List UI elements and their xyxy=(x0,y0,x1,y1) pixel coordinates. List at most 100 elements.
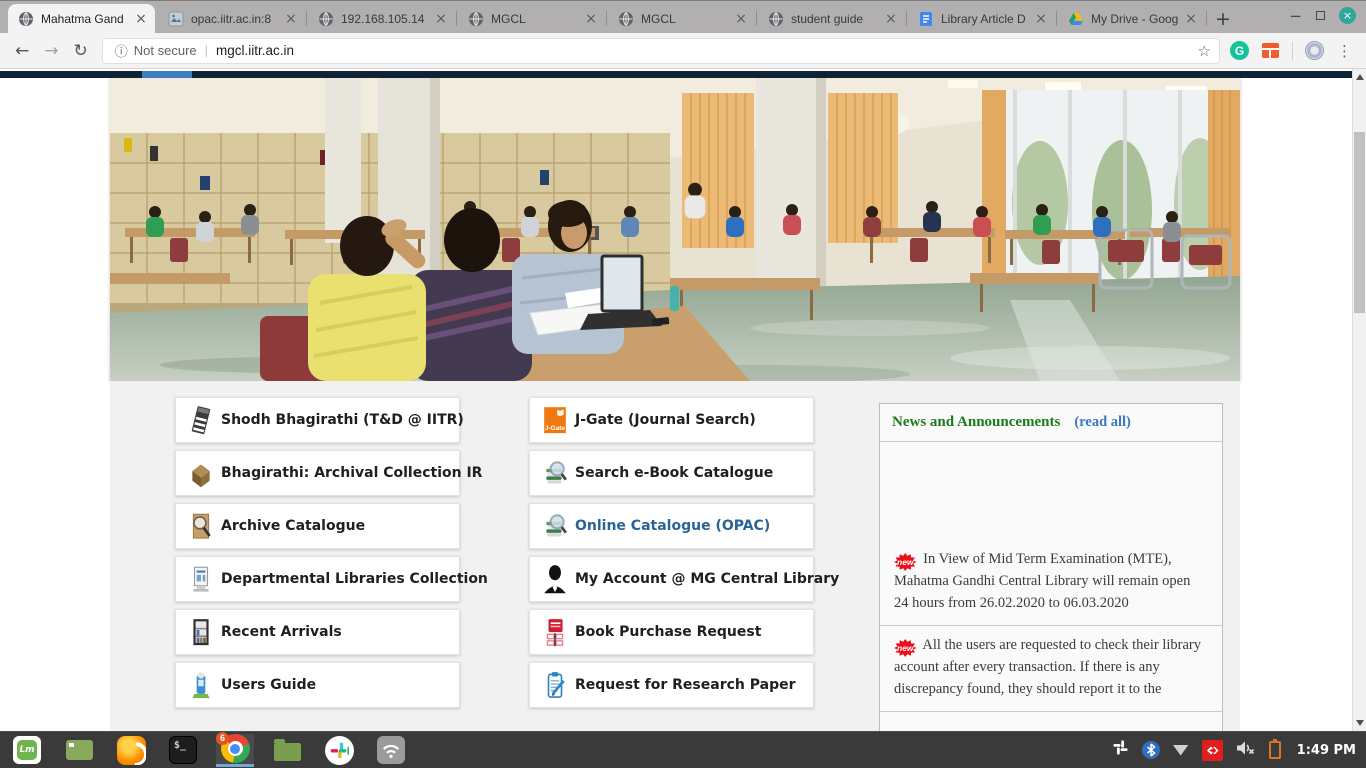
clipboard-pen-icon xyxy=(542,670,568,700)
link-label: Archive Catalogue xyxy=(221,518,365,534)
browser-menu-icon[interactable]: ⋮ xyxy=(1337,42,1352,60)
taskbar-clock[interactable]: 1:49 PM xyxy=(1297,743,1356,758)
wifi-app-icon xyxy=(377,736,405,764)
mint-menu-button[interactable]: Lm xyxy=(8,734,46,767)
bluetooth-tray-icon[interactable] xyxy=(1142,741,1160,759)
globe-favicon-icon xyxy=(18,11,34,27)
tab-title: student guide xyxy=(791,12,883,26)
reload-icon[interactable]: ↻ xyxy=(74,41,88,61)
book-search-icon xyxy=(542,511,568,541)
google-docs-favicon-icon xyxy=(918,11,934,27)
desktop-icon xyxy=(66,740,93,760)
maximize-button[interactable] xyxy=(1316,11,1325,20)
tab-close-icon[interactable]: × xyxy=(583,11,599,27)
link-label: Recent Arrivals xyxy=(221,624,342,640)
tab-close-icon[interactable]: × xyxy=(433,11,449,27)
tab-close-icon[interactable]: × xyxy=(733,11,749,27)
orange-extension-icon[interactable] xyxy=(1262,43,1279,58)
window-close-button[interactable]: × xyxy=(1339,7,1356,24)
link-opac[interactable]: Online Catalogue (OPAC) xyxy=(529,503,814,549)
link-users-guide[interactable]: Users Guide xyxy=(175,662,460,708)
show-desktop-button[interactable] xyxy=(60,734,98,767)
link-label: Users Guide xyxy=(221,677,316,693)
link-book-purchase[interactable]: Book Purchase Request xyxy=(529,609,814,655)
tab-library-article[interactable]: Library Article D × xyxy=(908,4,1055,33)
chrome-window-count-badge: 6 xyxy=(216,732,229,745)
hotspot-app-launcher[interactable] xyxy=(372,734,410,767)
link-shodh-bhagirathi[interactable]: Shodh Bhagirathi (T&D @ IITR) xyxy=(175,397,460,443)
tab-mgcl-1[interactable]: MGCL × xyxy=(458,4,605,33)
read-all-link[interactable]: (read all) xyxy=(1074,414,1131,431)
terminal-launcher[interactable]: $_ xyxy=(164,734,202,767)
kiosk-icon xyxy=(188,670,214,700)
url-text[interactable]: mgcl.iitr.ac.in xyxy=(216,43,1198,58)
network-signal-tray-icon[interactable] xyxy=(1173,745,1189,756)
scroll-down-arrow-icon[interactable] xyxy=(1356,720,1364,726)
tab-close-icon[interactable]: × xyxy=(1183,11,1199,27)
site-navbar-edge xyxy=(0,71,1352,78)
link-label: Book Purchase Request xyxy=(575,624,761,640)
browser-toolbar: ← → ↻ ⓘ Not secure | mgcl.iitr.ac.in ☆ G… xyxy=(0,33,1366,69)
link-label: Search e-Book Catalogue xyxy=(575,465,773,481)
minimize-button[interactable]: − xyxy=(1289,8,1302,24)
slack-launcher[interactable] xyxy=(320,734,358,767)
scroll-up-arrow-icon[interactable] xyxy=(1356,74,1364,80)
red-book-icon xyxy=(542,617,568,647)
firefox-launcher[interactable] xyxy=(112,734,150,767)
google-drive-favicon-icon xyxy=(1068,11,1084,27)
news-item: new All the users are requested to check… xyxy=(880,625,1222,712)
security-label: Not secure xyxy=(134,43,197,58)
catalogue-magnifier-icon xyxy=(188,511,214,541)
tab-opac[interactable]: opac.iitr.ac.in:8 × xyxy=(158,4,305,33)
new-tab-button[interactable]: + xyxy=(1208,4,1238,33)
news-title: News and Announcements xyxy=(892,414,1060,431)
link-label: J-Gate (Journal Search) xyxy=(575,412,756,428)
tab-title: opac.iitr.ac.in:8 xyxy=(191,12,283,26)
globe-favicon-icon xyxy=(618,11,634,27)
file-manager-launcher[interactable] xyxy=(268,734,306,767)
volume-muted-tray-icon[interactable] xyxy=(1236,740,1256,761)
tab-close-icon[interactable]: × xyxy=(133,11,149,27)
tab-my-drive[interactable]: My Drive - Goog × xyxy=(1058,4,1205,33)
slack-icon xyxy=(325,736,354,765)
tab-mgcl-2[interactable]: MGCL × xyxy=(608,4,755,33)
link-label: Bhagirathi: Archival Collection IR xyxy=(221,465,482,481)
bookmark-star-icon[interactable]: ☆ xyxy=(1198,42,1211,60)
info-icon[interactable]: ⓘ xyxy=(115,41,128,60)
slack-tray-icon[interactable] xyxy=(1112,739,1129,761)
tab-title: 192.168.105.14 xyxy=(341,12,433,26)
svg-text:J-Gate: J-Gate xyxy=(545,425,566,432)
link-bhagirathi-archival[interactable]: Bhagirathi: Archival Collection IR xyxy=(175,450,460,496)
forward-icon[interactable]: → xyxy=(44,41,58,61)
tab-close-icon[interactable]: × xyxy=(283,11,299,27)
link-jgate[interactable]: J-Gate J-Gate (Journal Search) xyxy=(529,397,814,443)
new-badge: new xyxy=(894,553,917,571)
chrome-window-button[interactable]: 6 xyxy=(216,734,254,767)
tab-close-icon[interactable]: × xyxy=(1033,11,1049,27)
tab-title: MGCL xyxy=(491,12,583,26)
back-icon[interactable]: ← xyxy=(15,41,29,61)
page-viewport: Shodh Bhagirathi (T&D @ IITR) Bhagirathi… xyxy=(0,69,1366,731)
link-research-paper-request[interactable]: Request for Research Paper xyxy=(529,662,814,708)
page-scrollbar[interactable] xyxy=(1352,69,1366,731)
tab-close-icon[interactable]: × xyxy=(883,11,899,27)
tab-mahatma-gandhi-library[interactable]: Mahatma Gand × xyxy=(8,4,155,33)
anydesk-tray-icon[interactable] xyxy=(1202,740,1223,761)
grammarly-extension-icon[interactable]: G xyxy=(1230,41,1249,60)
profile-avatar[interactable] xyxy=(1305,41,1324,60)
address-bar[interactable]: ⓘ Not secure | mgcl.iitr.ac.in ☆ xyxy=(102,38,1220,64)
news-item: new In View of Mid Term Examination (MTE… xyxy=(880,540,1222,625)
tab-ip-address[interactable]: 192.168.105.14 × xyxy=(308,4,455,33)
link-departmental-libraries[interactable]: Departmental Libraries Collection xyxy=(175,556,460,602)
link-label: Shodh Bhagirathi (T&D @ IITR) xyxy=(221,412,464,428)
link-archive-catalogue[interactable]: Archive Catalogue xyxy=(175,503,460,549)
battery-tray-icon[interactable] xyxy=(1269,741,1281,759)
news-text: In View of Mid Term Examination (MTE), M… xyxy=(894,551,1190,611)
link-ebook-catalogue[interactable]: Search e-Book Catalogue xyxy=(529,450,814,496)
scrollbar-thumb[interactable] xyxy=(1354,132,1365,313)
bookshelf-icon xyxy=(188,617,214,647)
link-my-account[interactable]: My Account @ MG Central Library xyxy=(529,556,814,602)
tab-title: Mahatma Gand xyxy=(41,12,133,26)
tab-student-guide[interactable]: student guide × xyxy=(758,4,905,33)
link-recent-arrivals[interactable]: Recent Arrivals xyxy=(175,609,460,655)
